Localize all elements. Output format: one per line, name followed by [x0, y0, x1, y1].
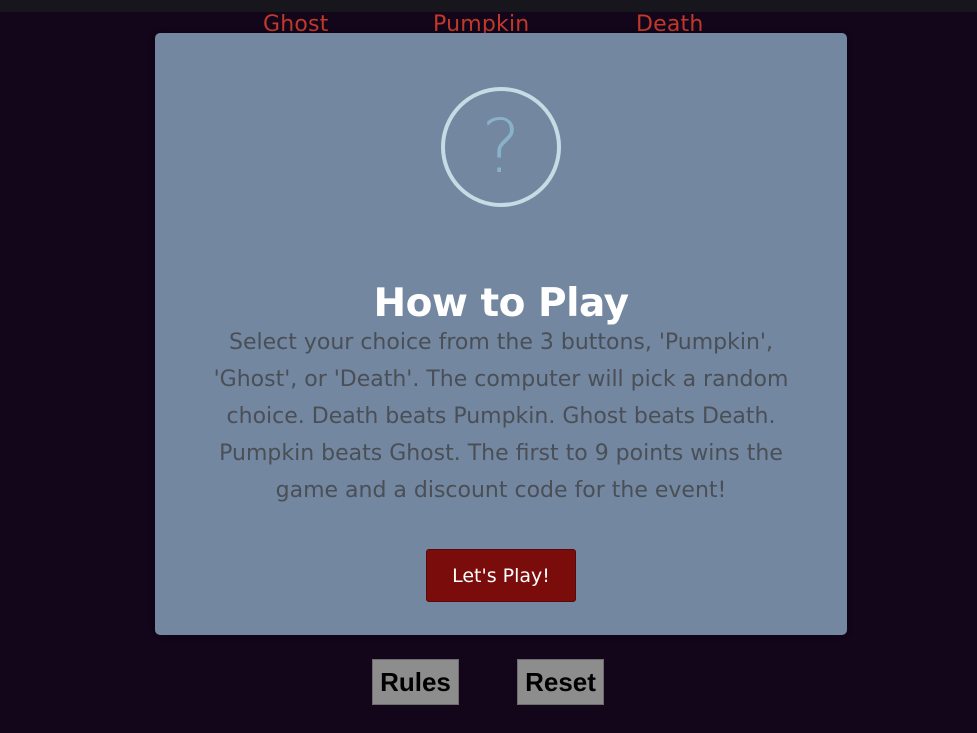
modal-title: How to Play: [373, 281, 629, 326]
question-mark-glyph: ?: [481, 104, 521, 190]
modal-instructions: Select your choice from the 3 buttons, '…: [213, 330, 789, 503]
how-to-play-modal: ? How to Play Select your choice from th…: [155, 33, 847, 635]
question-mark-icon: ?: [441, 87, 561, 207]
top-bar: [0, 0, 977, 12]
reset-button[interactable]: Reset: [517, 659, 604, 705]
lets-play-button[interactable]: Let's Play!: [426, 549, 576, 602]
rules-button[interactable]: Rules: [372, 659, 459, 705]
